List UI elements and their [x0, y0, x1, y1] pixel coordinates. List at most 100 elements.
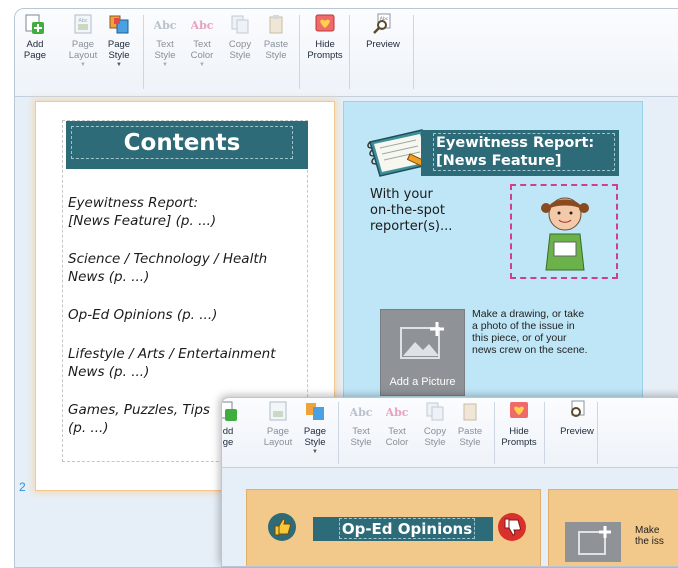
- add-page-label: Add Page: [23, 39, 47, 61]
- text-color-icon: Abc: [191, 19, 213, 32]
- preview-label: Preview: [366, 39, 400, 50]
- page-number: 2: [19, 480, 26, 494]
- secondary-window: dd ge Page Layout Page Style ▼ Abc Text …: [221, 397, 678, 567]
- hide-prompts-label: Hide Prompts: [501, 426, 537, 448]
- text-color-button[interactable]: Abc Text Color: [377, 400, 417, 448]
- ribbon-separator: [338, 402, 339, 464]
- preview-icon: [571, 400, 585, 417]
- add-page-label: dd ge: [222, 426, 234, 448]
- copy-style-label: Copy Style: [228, 39, 252, 61]
- page-style-button[interactable]: Page Style ▼: [99, 13, 139, 69]
- chevron-down-icon: ▼: [199, 62, 205, 68]
- add-page-button[interactable]: dd ge: [222, 400, 248, 448]
- picture-prompt-text: Make the iss: [635, 525, 664, 547]
- svg-text:Abc: Abc: [78, 18, 88, 24]
- page-layout-icon: [269, 401, 287, 421]
- preview-button[interactable]: Abc Preview: [363, 13, 403, 50]
- text-style-button[interactable]: Abc Text Style ▼: [145, 13, 185, 69]
- add-page-button[interactable]: Add Page: [15, 13, 55, 61]
- ribbon-separator: [413, 15, 414, 89]
- hide-prompts-icon: [510, 402, 528, 418]
- page-layout-label: Page Layout: [68, 39, 98, 61]
- preview-label: Preview: [560, 426, 594, 437]
- text-color-label: Text Color: [385, 426, 409, 448]
- op-ed-title[interactable]: Op-Ed Opinions: [339, 518, 475, 539]
- eyewitness-title[interactable]: Eyewitness Report: [News Feature]: [433, 133, 615, 171]
- svg-text:Abc: Abc: [350, 406, 372, 419]
- ribbon-separator: [494, 402, 495, 464]
- text-style-icon: Abc: [350, 406, 372, 419]
- contents-title[interactable]: Contents: [71, 126, 293, 159]
- text-style-icon: Abc: [154, 19, 176, 32]
- paste-style-icon: [463, 403, 477, 421]
- hide-prompts-label: Hide Prompts: [307, 39, 343, 61]
- svg-text:Abc: Abc: [191, 19, 213, 32]
- paste-style-button[interactable]: Paste Style: [256, 13, 296, 61]
- page-style-icon: [306, 403, 324, 420]
- byline-text[interactable]: With your on-the-spot reporter(s)...: [370, 187, 510, 235]
- ribbon-separator: [299, 15, 300, 89]
- page-style-label: Page Style: [303, 426, 327, 448]
- eyewitness-title-bar[interactable]: Eyewitness Report: [News Feature]: [421, 130, 619, 176]
- chevron-down-icon: ▼: [162, 62, 168, 68]
- thumbs-up-icon: [268, 513, 296, 541]
- paste-style-label: Paste Style: [263, 39, 289, 61]
- preview-button[interactable]: Preview: [557, 400, 597, 437]
- hide-prompts-icon: [315, 14, 335, 32]
- add-page-icon: [222, 401, 237, 421]
- ribbon-separator: [544, 402, 545, 464]
- chevron-down-icon: ▼: [312, 449, 318, 455]
- girl-reporter-illustration: [541, 197, 589, 271]
- op-ed-title-bar[interactable]: Op-Ed Opinions: [313, 517, 493, 541]
- text-style-label: Text Style: [350, 426, 372, 448]
- paste-style-icon: [269, 15, 283, 34]
- toc-entry[interactable]: Eyewitness Report: [News Feature] (p. ..…: [68, 194, 300, 230]
- hide-prompts-button[interactable]: Hide Prompts: [305, 13, 345, 61]
- ribbon-separator: [597, 402, 598, 464]
- page-style-icon: [109, 15, 129, 34]
- page-layout-label: Page Layout: [263, 426, 293, 448]
- paste-style-label: Paste Style: [457, 426, 483, 448]
- text-color-icon: Abc: [386, 406, 408, 419]
- chevron-down-icon: ▼: [80, 62, 86, 68]
- page-style-label: Page Style: [107, 39, 131, 61]
- toc-entry[interactable]: Science / Technology / Health News (p. .…: [68, 250, 300, 286]
- svg-text:Abc: Abc: [154, 19, 176, 32]
- svg-text:Abc: Abc: [386, 406, 408, 419]
- copy-style-icon: [231, 15, 249, 34]
- toc-entry[interactable]: Lifestyle / Arts / Entertainment News (p…: [68, 345, 300, 381]
- ribbon-toolbar: Add Page Abc Page Layout ▼ Page Style ▼ …: [15, 9, 678, 97]
- page-layout-button[interactable]: Page Layout: [258, 400, 298, 448]
- op-ed-page[interactable]: Op-Ed Opinions: [246, 489, 541, 566]
- text-color-button[interactable]: Abc Text Color ▼: [182, 13, 222, 69]
- ribbon-separator: [349, 15, 350, 89]
- add-page-icon: [25, 14, 44, 34]
- text-style-label: Text Style: [154, 39, 176, 61]
- ribbon-toolbar: dd ge Page Layout Page Style ▼ Abc Text …: [222, 398, 678, 468]
- page-style-button[interactable]: Page Style ▼: [295, 400, 335, 456]
- page-layout-button[interactable]: Abc Page Layout ▼: [63, 13, 103, 69]
- ribbon-separator: [143, 15, 144, 89]
- text-color-label: Text Color: [190, 39, 214, 61]
- chevron-down-icon: ▼: [116, 62, 122, 68]
- copy-style-icon: [426, 402, 444, 421]
- contents-title-bar[interactable]: Contents: [66, 121, 308, 169]
- picture-placeholder[interactable]: [565, 522, 621, 562]
- thumbs-down-icon: [498, 513, 526, 541]
- eyewitness-page[interactable]: Eyewitness Report: [News Feature] With y…: [343, 101, 643, 401]
- copy-style-button[interactable]: Copy Style: [415, 400, 455, 448]
- picture-prompt-text: Make a drawing, or take a photo of the i…: [472, 308, 588, 356]
- add-picture-button[interactable]: Add a Picture: [380, 309, 465, 396]
- add-picture-label: Add a Picture: [389, 376, 456, 388]
- toc-entry[interactable]: Op-Ed Opinions (p. ...): [68, 306, 300, 324]
- preview-icon: Abc: [373, 13, 391, 34]
- text-style-button[interactable]: Abc Text Style: [341, 400, 381, 448]
- facing-page[interactable]: Make the iss: [548, 489, 678, 566]
- paste-style-button[interactable]: Paste Style: [450, 400, 490, 448]
- hide-prompts-button[interactable]: Hide Prompts: [499, 400, 539, 448]
- reporter-picture-frame[interactable]: [510, 184, 618, 279]
- copy-style-label: Copy Style: [423, 426, 447, 448]
- copy-style-button[interactable]: Copy Style: [220, 13, 260, 61]
- page-layout-icon: Abc: [74, 14, 92, 34]
- picture-placeholder-icon: [400, 322, 444, 359]
